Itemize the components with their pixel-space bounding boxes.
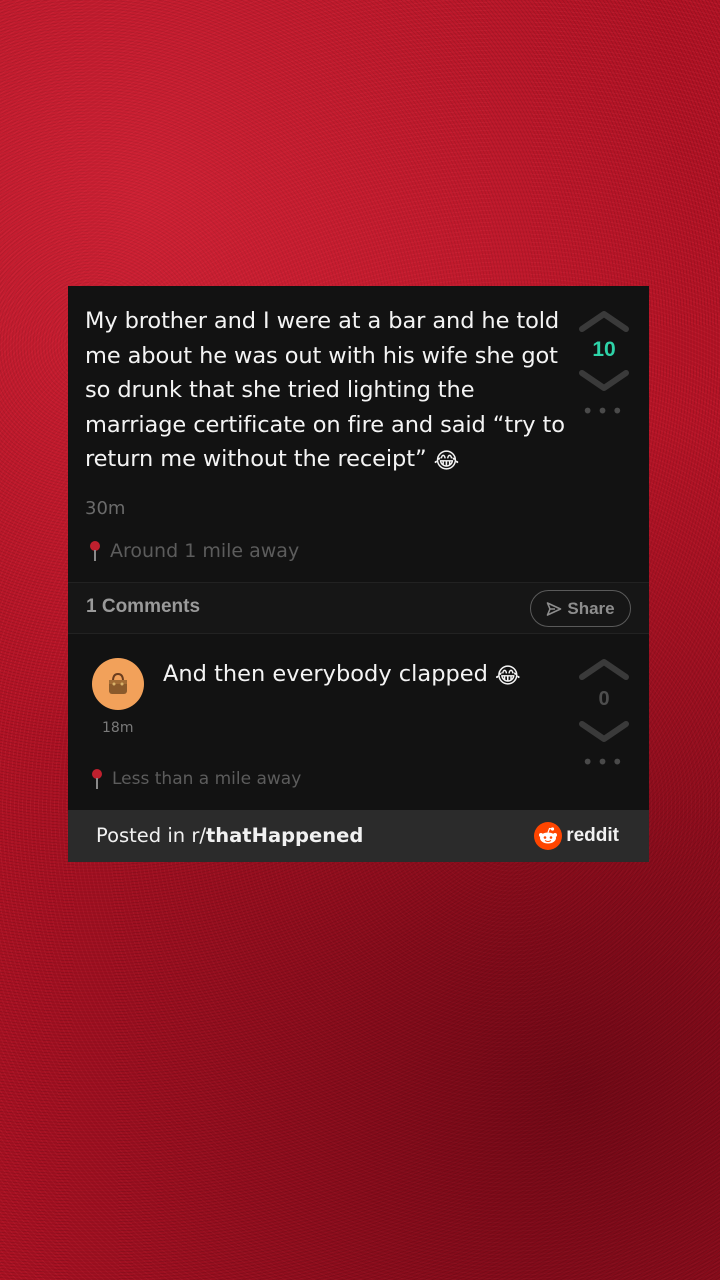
comment-item: 18m And then everybody clapped 😂 0 ••• L… bbox=[68, 634, 649, 810]
post-body: My brother and I were at a bar and he to… bbox=[85, 304, 565, 477]
post-vote-column: 10 ••• bbox=[577, 308, 631, 421]
post-section: My brother and I were at a bar and he to… bbox=[68, 286, 649, 582]
downvote-chevron-icon[interactable] bbox=[577, 719, 631, 745]
share-button[interactable]: Share bbox=[530, 590, 631, 627]
more-dots-icon[interactable]: ••• bbox=[577, 752, 631, 772]
footer-bar: Posted in r/thatHappened reddit bbox=[68, 810, 649, 862]
comments-count: 1 Comments bbox=[86, 596, 201, 617]
comment-vote-column: 0 ••• bbox=[577, 656, 631, 772]
upvote-chevron-icon[interactable] bbox=[577, 656, 631, 682]
more-dots-icon[interactable]: ••• bbox=[577, 401, 631, 421]
app-root: { "post": { "text": "My brother and I we… bbox=[0, 0, 720, 1280]
reddit-wordmark: reddit bbox=[566, 825, 619, 846]
reddit-brand: reddit bbox=[534, 822, 619, 850]
comments-bar: 1 Comments Share bbox=[68, 582, 649, 634]
downvote-chevron-icon[interactable] bbox=[577, 368, 631, 394]
post-location: Around 1 mile away bbox=[88, 540, 299, 562]
location-pin-icon bbox=[90, 541, 100, 561]
reddit-logo-icon bbox=[534, 822, 563, 850]
laughing-emoji: 😂 bbox=[433, 449, 460, 475]
posted-prefix: Posted in r/ bbox=[96, 824, 206, 847]
comment-location: Less than a mile away bbox=[90, 768, 301, 790]
share-label: Share bbox=[567, 598, 615, 618]
avatar-handbag-icon bbox=[109, 672, 127, 694]
comment-time: 18m bbox=[102, 720, 134, 736]
comment-score: 0 bbox=[598, 688, 610, 710]
comment-text: And then everybody clapped bbox=[163, 661, 488, 687]
post-timestamp: 30m bbox=[85, 498, 126, 519]
laughing-emoji: 😂 bbox=[495, 664, 521, 689]
share-send-icon bbox=[547, 601, 562, 616]
post-score: 10 bbox=[592, 338, 616, 361]
posted-in: Posted in r/thatHappened bbox=[96, 824, 363, 847]
avatar[interactable] bbox=[92, 658, 144, 710]
post-location-text: Around 1 mile away bbox=[110, 540, 300, 562]
upvote-chevron-icon[interactable] bbox=[577, 308, 631, 334]
post-text: My brother and I were at a bar and he to… bbox=[85, 308, 565, 473]
comment-location-text: Less than a mile away bbox=[112, 769, 302, 789]
location-pin-icon bbox=[92, 769, 102, 789]
post-card: My brother and I were at a bar and he to… bbox=[68, 286, 649, 862]
subreddit-link[interactable]: thatHappened bbox=[206, 824, 363, 847]
comment-body: And then everybody clapped 😂 bbox=[163, 661, 521, 688]
